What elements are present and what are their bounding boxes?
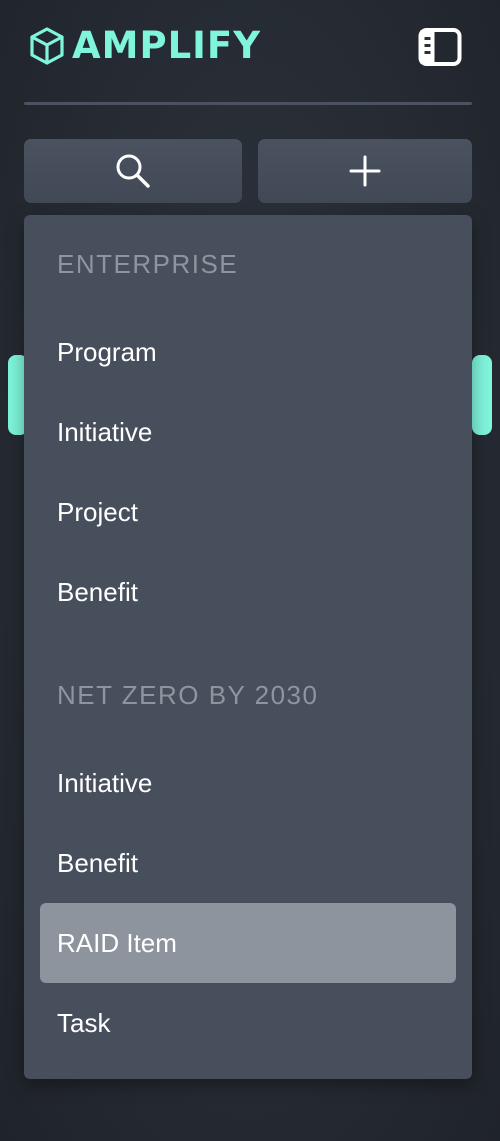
menu-item-label: Task [57,1007,111,1038]
menu-item-label: Program [57,336,157,367]
menu-item-label: Benefit [57,847,138,878]
active-indicator-right [472,355,492,435]
brand-name: AMPLIFY [72,24,261,67]
sidebar: AMPLIFY ENTERPRISE Program Initiative Pr… [0,0,500,1141]
menu-item-benefit[interactable]: Benefit [40,823,456,903]
menu-item-label: Benefit [57,576,138,607]
menu-item-program[interactable]: Program [40,312,456,392]
menu-item-label: Project [57,496,138,527]
sidebar-header: AMPLIFY [0,0,500,100]
create-dropdown-menu: ENTERPRISE Program Initiative Project Be… [24,215,472,1079]
menu-item-label: Initiative [57,767,153,798]
menu-item-benefit[interactable]: Benefit [40,552,456,632]
section-header-net-zero: NET ZERO BY 2030 [57,680,319,710]
search-icon [116,154,150,188]
menu-item-label: Initiative [57,416,153,447]
sidebar-toggle-icon [418,28,462,66]
menu-item-initiative[interactable]: Initiative [40,392,456,472]
search-button[interactable] [24,139,242,203]
sidebar-toggle-button[interactable] [418,27,462,67]
plus-icon [349,155,381,187]
menu-item-label: RAID Item [57,927,177,958]
header-divider [24,102,472,105]
menu-item-initiative[interactable]: Initiative [40,743,456,823]
brand-logo[interactable]: AMPLIFY [28,24,261,68]
menu-item-raid-item[interactable]: RAID Item [40,903,456,983]
section-header-enterprise: ENTERPRISE [57,249,239,279]
cube-icon [30,27,64,65]
menu-item-task[interactable]: Task [40,983,456,1063]
menu-item-project[interactable]: Project [40,472,456,552]
add-button[interactable] [258,139,472,203]
